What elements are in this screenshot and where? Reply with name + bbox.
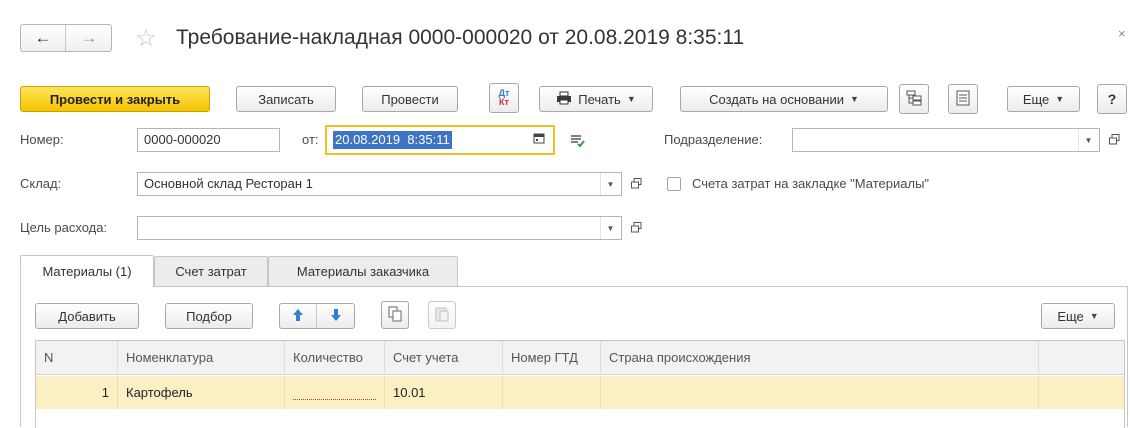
dt-kt-icon-bottom: Кт: [499, 97, 509, 107]
move-down-button[interactable]: [318, 304, 354, 328]
create-based-on-button[interactable]: Создать на основании ▼: [680, 86, 888, 112]
date-label: от:: [302, 132, 319, 147]
cell-spare: [1039, 376, 1124, 409]
tab-customer-materials[interactable]: Материалы заказчика: [268, 256, 458, 286]
add-button[interactable]: Добавить: [35, 303, 139, 329]
cost-accounts-checkbox[interactable]: [667, 177, 681, 191]
help-button[interactable]: ?: [1097, 84, 1127, 114]
structure-button[interactable]: [899, 84, 929, 114]
post-and-close-button[interactable]: Провести и закрыть: [20, 86, 210, 112]
division-label: Подразделение:: [664, 132, 763, 147]
back-button[interactable]: ←: [21, 25, 66, 51]
date-value: 20.08.2019 8:35:11: [333, 131, 452, 149]
table-row[interactable]: 1 Картофель 10.01: [36, 376, 1124, 409]
close-button[interactable]: ×: [1118, 26, 1130, 42]
document-list-icon: [956, 90, 970, 109]
move-buttons: [279, 303, 355, 329]
forward-button[interactable]: →: [67, 25, 111, 51]
chevron-down-icon: ▼: [606, 179, 615, 189]
chevron-down-icon: ▼: [849, 94, 859, 104]
warehouse-open-button[interactable]: [626, 172, 646, 196]
chevron-down-icon: ▼: [1084, 135, 1093, 145]
post-button[interactable]: Провести: [362, 86, 458, 112]
warehouse-dropdown[interactable]: ▼: [600, 173, 620, 195]
warehouse-field[interactable]: Основной склад Ресторан 1: [137, 172, 622, 196]
column-header-country[interactable]: Страна происхождения: [601, 341, 1039, 375]
move-up-button[interactable]: [280, 304, 317, 328]
date-field[interactable]: 20.08.2019 8:35:11: [325, 125, 555, 155]
column-header-spare: [1039, 341, 1124, 375]
cell-item[interactable]: Картофель: [118, 376, 285, 409]
chevron-down-icon: ▼: [1055, 94, 1065, 104]
chevron-down-icon: ▼: [626, 94, 636, 104]
division-field[interactable]: [792, 128, 1100, 152]
arrow-up-icon: [292, 308, 304, 325]
star-icon: ☆: [135, 24, 157, 52]
cell-account[interactable]: 10.01: [385, 376, 503, 409]
paste-icon: [435, 306, 449, 325]
column-header-gtd[interactable]: Номер ГТД: [503, 341, 601, 375]
column-header-quantity[interactable]: Количество: [285, 341, 385, 375]
table-header: N Номенклатура Количество Счет учета Ном…: [36, 341, 1124, 375]
materials-table: N Номенклатура Количество Счет учета Ном…: [35, 340, 1125, 428]
cell-n[interactable]: 1: [36, 376, 118, 409]
favorite-star-button[interactable]: ☆: [132, 24, 160, 52]
tab-panel: Добавить Подбор Еще ▼ N Номенклатура Кол…: [20, 286, 1128, 428]
calendar-icon[interactable]: [533, 132, 545, 147]
column-header-account[interactable]: Счет учета: [385, 341, 503, 375]
cell-gtd[interactable]: [503, 376, 601, 409]
cost-accounts-checkbox-label: Счета затрат на закладке "Материалы": [692, 176, 930, 191]
printer-icon: [556, 91, 572, 108]
required-field-underline: [293, 399, 376, 400]
tab-materials[interactable]: Материалы (1): [20, 255, 154, 287]
purpose-field[interactable]: [137, 216, 622, 240]
number-label: Номер:: [20, 132, 64, 147]
chevron-down-icon: ▼: [606, 223, 615, 233]
purpose-dropdown[interactable]: ▼: [600, 217, 620, 239]
status-doc-icon[interactable]: [570, 134, 586, 151]
division-open-button[interactable]: [1104, 128, 1124, 152]
copy-icon: [388, 306, 402, 325]
arrow-left-icon: ←: [34, 28, 52, 47]
more-label: Еще: [1022, 91, 1050, 107]
print-label: Печать: [578, 91, 621, 107]
create-based-on-label: Создать на основании: [709, 91, 844, 107]
nav-buttons: ← →: [20, 24, 112, 52]
more-button[interactable]: Еще ▼: [1007, 86, 1080, 112]
column-header-item[interactable]: Номенклатура: [118, 341, 285, 375]
purpose-label: Цель расхода:: [20, 220, 108, 235]
copy-button[interactable]: [381, 301, 409, 329]
arrow-right-icon: →: [80, 28, 98, 47]
number-field[interactable]: 0000-000020: [137, 128, 280, 152]
dt-kt-button[interactable]: Дт Кт: [489, 83, 519, 113]
page-title: Требование-накладная 0000-000020 от 20.0…: [176, 26, 745, 49]
print-button[interactable]: Печать ▼: [539, 86, 653, 112]
hierarchy-icon: [906, 90, 922, 109]
open-window-icon: [630, 221, 642, 236]
paste-button[interactable]: [428, 301, 456, 329]
purpose-open-button[interactable]: [626, 216, 646, 240]
column-header-n[interactable]: N: [36, 341, 118, 375]
pick-button[interactable]: Подбор: [165, 303, 253, 329]
arrow-down-icon: [330, 308, 342, 325]
report-button[interactable]: [948, 84, 978, 114]
tab-cost-account[interactable]: Счет затрат: [154, 256, 268, 286]
close-icon: ×: [1118, 26, 1126, 41]
table-more-button[interactable]: Еще ▼: [1041, 303, 1115, 329]
save-button[interactable]: Записать: [236, 86, 336, 112]
warehouse-label: Склад:: [20, 176, 62, 191]
division-dropdown[interactable]: ▼: [1078, 129, 1098, 151]
cell-quantity[interactable]: [285, 376, 385, 409]
table-more-label: Еще: [1057, 308, 1084, 324]
open-window-icon: [1108, 133, 1120, 148]
cell-country[interactable]: [601, 376, 1039, 409]
open-window-icon: [630, 177, 642, 192]
chevron-down-icon: ▼: [1089, 311, 1099, 321]
